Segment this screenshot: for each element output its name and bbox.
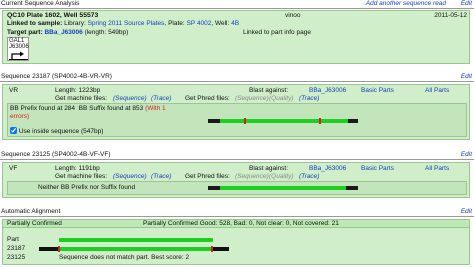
seq2-blast-label: Blast against: — [249, 165, 289, 172]
seq2-header: Sequence 23125 (SP4002-4B-VF-VF) Edit — [0, 151, 474, 160]
alignment-row1-bar — [59, 247, 213, 251]
seq1-phred-sequence: (Sequence) — [235, 95, 269, 102]
seq1-blast-label: Blast against: — [249, 87, 289, 94]
seq1-length: Length: 1223bp — [55, 87, 101, 94]
seq2-inner-box: Neither BB Prefix nor Suffix found — [7, 181, 467, 195]
linked-sample-line: Linked to sample: Library: Spring 2011 S… — [7, 20, 240, 27]
seq2-basic-parts-link[interactable]: Basic Parts — [361, 165, 394, 172]
plate-label: Plate: — [168, 20, 185, 27]
seq2-panel: VF Length: 1191bp Blast against: BBa_J63… — [2, 162, 470, 198]
seq2-machine-label: Get machine files: — [55, 173, 108, 180]
seq2-phred-trace-link[interactable]: (Trace) — [299, 173, 319, 180]
seq2-edit-link[interactable]: Edit — [461, 151, 472, 159]
alignment-header: Automatic Alignment Edit — [0, 208, 474, 217]
seq1-blast-part-link[interactable]: BBa_J63006 — [309, 87, 346, 94]
seq1-prefix-line: BB Prefix found at 284 BB Suffix found a… — [10, 105, 166, 112]
alignment-no-match-text: Sequence does not match part. Best score… — [59, 254, 190, 261]
user-name: vinoo — [285, 12, 301, 19]
seq1-basic-parts-link[interactable]: Basic Parts — [361, 87, 394, 94]
seq1-machine-label: Get machine files: — [55, 95, 108, 102]
seq2-direction: VF — [9, 165, 18, 172]
seq1-id: (SP4002-4B-VR-VR) — [51, 73, 112, 80]
seq2-length: Length: 1191bp — [55, 165, 100, 172]
seq1-prefix-marker — [244, 118, 246, 124]
part-info-link[interactable]: Linked to part info page — [243, 29, 311, 36]
seq2-sequence-link[interactable]: (Sequence) — [113, 173, 147, 180]
seq1-phred-label: Get Phred files: — [185, 95, 230, 102]
alignment-row2-label: 23125 — [7, 254, 26, 261]
seq1-inner-box: BB Prefix found at 284 BB Suffix found a… — [7, 103, 467, 137]
seq1-header: Sequence 23187 (SP4002-4B-VR-VR) Edit — [0, 73, 474, 82]
seq2-quality-bar — [220, 186, 346, 190]
seq1-trace-link[interactable]: (Trace) — [151, 95, 171, 102]
library-label: Library: — [64, 20, 86, 27]
alignment-summary: Partially Confirmed Good: 528, Bad: 0, N… — [143, 220, 339, 227]
seq1-quality-bar — [220, 119, 348, 123]
current-analysis-panel: QC10 Plate 1602, Well 55573 vinoo 2011-0… — [2, 10, 470, 64]
alignment-part-bar — [59, 238, 213, 242]
seq1-checkbox-row: Use inside sequence (547bp) — [10, 127, 103, 135]
plate-link[interactable]: SP 4002 — [187, 20, 212, 27]
alignment-title: Automatic Alignment — [1, 208, 61, 215]
analysis-date: 2011-05-12 — [434, 12, 467, 19]
seq1-phred-trace-link[interactable]: (Trace) — [299, 95, 319, 102]
seq1-all-parts-link[interactable]: All Parts — [425, 87, 449, 94]
seq1-with-text: (With 1 — [145, 105, 166, 112]
well-label: Well: — [214, 20, 230, 27]
seq1-errors-text: errors) — [10, 113, 30, 120]
current-analysis-title: Current Sequence Analysis — [1, 0, 80, 7]
seq1-suffix-marker — [319, 118, 321, 124]
target-part-label: Target part: — [7, 29, 43, 36]
seq1-title-line: Sequence 23187 (SP4002-4B-VR-VR) — [1, 73, 112, 81]
alignment-row1-marker-right — [211, 246, 213, 252]
promoter-arrow-icon — [9, 51, 28, 60]
seq2-title: Sequence 23125 — [1, 151, 51, 158]
glyph-label-part: J63006 — [9, 44, 29, 50]
seq2-all-parts-link[interactable]: All Parts — [425, 165, 449, 172]
target-part-length: (length: 549bp) — [84, 29, 129, 36]
seq2-title-line: Sequence 23125 (SP4002-4B-VF-VF) — [1, 151, 111, 159]
current-analysis-header: Current Sequence Analysis Add another se… — [0, 0, 474, 9]
current-analysis-edit-link[interactable]: Edit — [461, 0, 472, 8]
seq1-checkbox-label: Use inside sequence (547bp) — [18, 128, 104, 135]
seq2-phred-quality: (Quality) — [269, 173, 294, 180]
alignment-status-row: Partially Confirmed Partially Confirmed … — [3, 220, 469, 228]
seq1-panel: VR Length: 1223bp Blast against: BBa_J63… — [2, 84, 470, 140]
alignment-part-label: Part — [7, 236, 19, 243]
seq1-phred-quality: (Quality) — [269, 95, 294, 102]
seq2-id: (SP4002-4B-VF-VF) — [51, 151, 111, 158]
alignment-panel: Partially Confirmed Partially Confirmed … — [2, 219, 470, 265]
seq2-phred-sequence: (Sequence) — [235, 173, 269, 180]
seq2-trace-link[interactable]: (Trace) — [151, 173, 171, 180]
seq1-suffix-text: BB Suffix found at 853 — [78, 105, 144, 112]
well-link[interactable]: 4B — [231, 20, 239, 27]
seq2-neither-text: Neither BB Prefix nor Suffix found — [38, 184, 136, 191]
part-glyph-box: GAL1 J63006 — [7, 37, 29, 61]
use-inside-sequence-checkbox[interactable] — [10, 127, 17, 134]
seq1-edit-link[interactable]: Edit — [461, 73, 472, 81]
alignment-status-text: Partially Confirmed — [7, 220, 62, 227]
library-link[interactable]: Spring 2011 Source Plates — [88, 20, 165, 27]
linked-sample-label: Linked to sample: — [7, 20, 63, 27]
seq2-phred-label: Get Phred files: — [185, 173, 230, 180]
alignment-edit-link[interactable]: Edit — [461, 208, 472, 216]
seq1-sequence-link[interactable]: (Sequence) — [113, 95, 147, 102]
alignment-row1-marker-left — [58, 246, 60, 252]
target-part-line: Target part: BBa_J63006 (length: 549bp) — [7, 29, 128, 36]
seq2-blast-part-link[interactable]: BBa_J63006 — [309, 165, 346, 172]
seq1-direction: VR — [9, 87, 19, 94]
alignment-row1-label: 23187 — [7, 245, 26, 252]
seq1-title: Sequence 23187 — [1, 73, 51, 80]
add-sequence-read-link[interactable]: Add another sequence read — [366, 0, 446, 8]
target-part-link[interactable]: BBa_J63006 — [44, 29, 82, 36]
plate-well-title: QC10 Plate 1602, Well 55573 — [7, 12, 99, 19]
seq1-prefix-text: BB Prefix found at 284 — [10, 105, 76, 112]
